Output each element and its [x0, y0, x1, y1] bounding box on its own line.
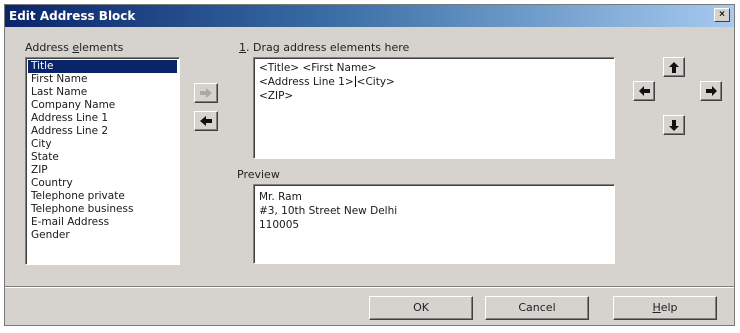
close-button[interactable]: × — [714, 8, 730, 22]
close-icon: × — [719, 9, 725, 20]
remove-element-button[interactable] — [194, 111, 218, 131]
move-right-button[interactable] — [700, 81, 722, 101]
arrow-left-icon — [638, 86, 650, 96]
drag-elements-label: 1. Drag address elements here — [239, 41, 410, 54]
list-item[interactable]: Country — [28, 177, 177, 190]
list-item[interactable]: Company Name — [28, 99, 177, 112]
list-item[interactable]: First Name — [28, 73, 177, 86]
address-elements-list[interactable]: Title First Name Last Name Company Name Addr… — [25, 57, 180, 265]
preview-line: 110005 — [259, 219, 300, 231]
list-item[interactable]: ZIP — [28, 164, 177, 177]
cancel-button[interactable]: Cancel — [485, 296, 589, 320]
layout-line-2: <Address Line 1> <City> — [259, 76, 395, 88]
layout-line-3: <ZIP> — [259, 90, 294, 102]
list-item[interactable]: Telephone business — [28, 203, 177, 216]
preview-label: Preview — [237, 168, 280, 181]
address-layout-editor[interactable]: <Title> <First Name> <Address Line 1> <Ci… — [253, 57, 615, 159]
list-item[interactable]: City — [28, 138, 177, 151]
arrow-up-icon — [669, 61, 679, 73]
arrow-right-icon — [200, 88, 212, 98]
move-down-button[interactable] — [663, 115, 685, 135]
arrow-left-icon — [200, 116, 212, 126]
list-item[interactable]: State — [28, 151, 177, 164]
add-element-button[interactable] — [194, 83, 218, 103]
edit-address-block-dialog: Edit Address Block × Address elements Ti… — [4, 4, 735, 326]
list-item[interactable]: Address Line 2 — [28, 125, 177, 138]
move-left-button[interactable] — [633, 81, 655, 101]
list-item[interactable]: Last Name — [28, 86, 177, 99]
arrow-down-icon — [669, 119, 679, 131]
address-elements-label: Address elements — [25, 41, 124, 54]
list-item[interactable]: Telephone private — [28, 190, 177, 203]
layout-line-1: <Title> <First Name> — [259, 62, 377, 74]
preview-line: #3, 10th Street New Delhi — [259, 205, 398, 217]
list-item[interactable]: Title — [28, 60, 177, 73]
title-bar[interactable]: Edit Address Block × — [5, 5, 734, 27]
list-item[interactable]: Gender — [28, 229, 177, 242]
preview-line: Mr. Ram — [259, 191, 302, 203]
list-item[interactable]: Address Line 1 — [28, 112, 177, 125]
move-up-button[interactable] — [663, 57, 685, 77]
list-item[interactable]: E-mail Address — [28, 216, 177, 229]
help-button[interactable]: Help — [613, 296, 717, 320]
text-cursor — [354, 76, 356, 87]
dialog-title: Edit Address Block — [9, 9, 136, 23]
button-separator — [5, 286, 734, 288]
arrow-right-icon — [705, 86, 717, 96]
preview-box: Mr. Ram #3, 10th Street New Delhi 110005 — [253, 184, 615, 264]
ok-button[interactable]: OK — [369, 296, 473, 320]
